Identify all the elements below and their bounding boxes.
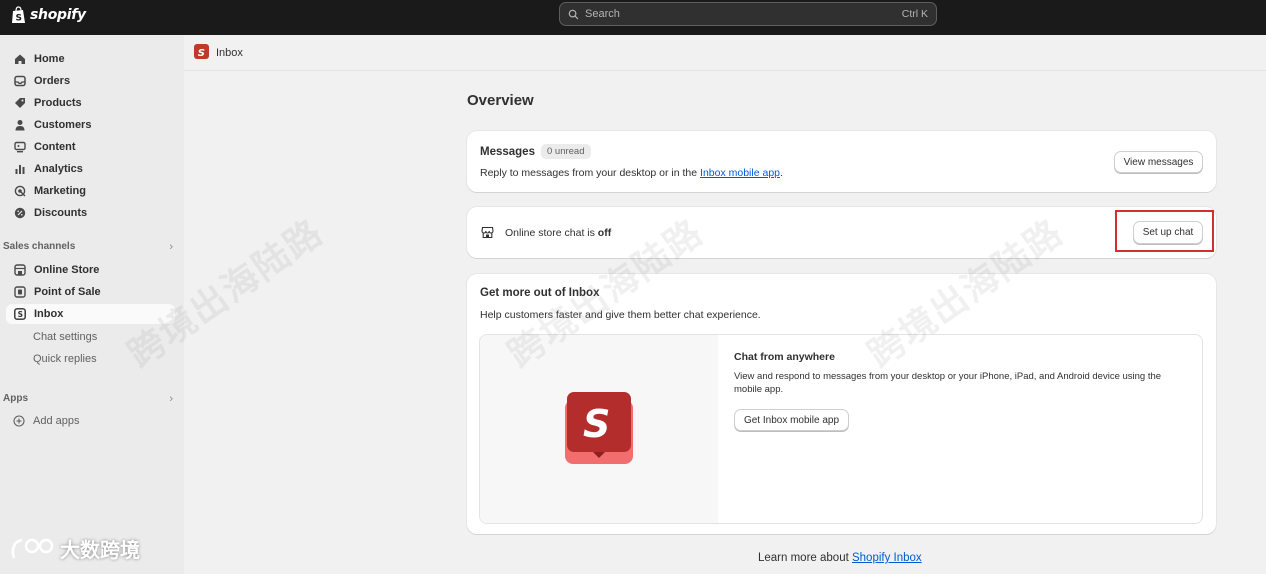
svg-text:S: S [198, 48, 205, 59]
messages-title: Messages [480, 145, 535, 158]
shopify-inbox-link[interactable]: Shopify Inbox [852, 552, 922, 564]
home-icon [13, 53, 26, 66]
watermark-brand-text: 大数跨境 [60, 538, 140, 562]
sidebar: Home Orders Products Customers Content A… [0, 35, 184, 574]
plus-circle-icon [13, 415, 25, 427]
unread-badge: 0 unread [540, 144, 591, 159]
apps-header[interactable]: Apps › [3, 393, 173, 405]
brand-logo-icon [11, 538, 54, 558]
sidebar-item-label: Customers [34, 119, 92, 131]
sidebar-item-label: Inbox [34, 308, 64, 320]
bar-chart-icon [13, 163, 26, 176]
promo-illustration: S [480, 335, 718, 523]
get-more-description: Help customers faster and give them bett… [480, 309, 761, 321]
content-icon [13, 141, 26, 154]
apps-label: Apps [3, 393, 28, 404]
person-icon [13, 119, 26, 132]
online-store-chat-card: Online store chat is off Set up chat [467, 207, 1216, 258]
page-title: Overview [467, 92, 534, 109]
sidebar-subitem-chat-settings[interactable]: Chat settings [33, 331, 97, 343]
sales-channels-header[interactable]: Sales channels › [3, 241, 173, 253]
sidebar-item-label: Discounts [34, 207, 88, 219]
sidebar-item-point-of-sale[interactable]: Point of Sale [6, 282, 175, 302]
sidebar-item-label: Content [34, 141, 76, 153]
sidebar-item-orders[interactable]: Orders [6, 71, 175, 91]
learn-more-text: Learn more about Shopify Inbox [758, 552, 922, 564]
sidebar-item-label: Analytics [34, 163, 83, 175]
discount-icon [13, 207, 26, 220]
messages-description: Reply to messages from your desktop or i… [480, 167, 783, 179]
inbox-app-icon: S [13, 308, 26, 321]
search-bar[interactable]: Search Ctrl K [559, 2, 937, 26]
svg-text:S: S [17, 310, 22, 319]
search-shortcut: Ctrl K [901, 8, 928, 20]
add-apps-button[interactable]: Add apps [13, 415, 79, 427]
sidebar-item-analytics[interactable]: Analytics [6, 159, 175, 179]
inbox-logo-icon: S [565, 392, 633, 464]
breadcrumb: Inbox [216, 47, 243, 59]
watermark-brand: 大数跨境 [10, 534, 140, 563]
view-messages-button[interactable]: View messages [1114, 151, 1203, 173]
feature-description: View and respond to messages from your d… [734, 371, 1162, 395]
sales-channels-label: Sales channels [3, 241, 76, 252]
shopify-logo[interactable]: S shopify [11, 6, 86, 24]
tag-icon [13, 97, 26, 110]
chat-status-value: off [597, 227, 612, 239]
messages-card: Messages 0 unread Reply to messages from… [467, 131, 1216, 192]
storefront-icon [481, 226, 494, 239]
inbox-app-icon: S [194, 44, 209, 59]
get-more-title: Get more out of Inbox [480, 287, 600, 299]
sidebar-item-inbox[interactable]: S Inbox [6, 304, 175, 324]
sidebar-item-label: Orders [34, 75, 71, 87]
svg-text:S: S [16, 14, 22, 24]
sidebar-item-label: Marketing [34, 185, 86, 197]
shopify-bag-icon: S [12, 6, 25, 24]
sidebar-item-label: Products [34, 97, 82, 109]
store-icon [13, 264, 26, 277]
page-header-bar: S Inbox [184, 35, 1266, 71]
sidebar-subitem-quick-replies[interactable]: Quick replies [33, 353, 97, 365]
sidebar-item-marketing[interactable]: Marketing [6, 181, 175, 201]
logo-text: shopify [30, 7, 86, 23]
sidebar-item-discounts[interactable]: Discounts [6, 203, 175, 223]
get-inbox-mobile-app-button[interactable]: Get Inbox mobile app [734, 409, 849, 431]
sidebar-item-label: Home [34, 53, 65, 65]
sidebar-item-label: Point of Sale [34, 286, 101, 298]
sidebar-item-content[interactable]: Content [6, 137, 175, 157]
add-apps-label: Add apps [33, 415, 80, 427]
top-bar: S shopify Search Ctrl K [0, 0, 1266, 35]
feature-title: Chat from anywhere [734, 351, 835, 363]
search-placeholder: Search [585, 8, 620, 20]
sidebar-item-products[interactable]: Products [6, 93, 175, 113]
inbox-mobile-app-link[interactable]: Inbox mobile app [700, 167, 780, 179]
target-icon [13, 185, 26, 198]
get-more-card: Get more out of Inbox Help customers fas… [467, 274, 1216, 534]
chat-status-text: Online store chat is off [505, 227, 612, 239]
sidebar-item-online-store[interactable]: Online Store [6, 260, 175, 280]
sidebar-item-home[interactable]: Home [6, 49, 175, 69]
search-icon [568, 9, 579, 19]
sidebar-item-customers[interactable]: Customers [6, 115, 175, 135]
sidebar-item-label: Online Store [34, 264, 100, 276]
svg-text:S: S [583, 402, 610, 446]
annotation-highlight-box [1115, 210, 1214, 252]
inbox-tray-icon [13, 75, 26, 88]
chevron-right-icon: › [169, 393, 173, 405]
chevron-right-icon: › [169, 241, 173, 253]
pos-icon [13, 286, 26, 299]
chat-from-anywhere-card: S Chat from anywhere View and respond to… [479, 334, 1203, 524]
